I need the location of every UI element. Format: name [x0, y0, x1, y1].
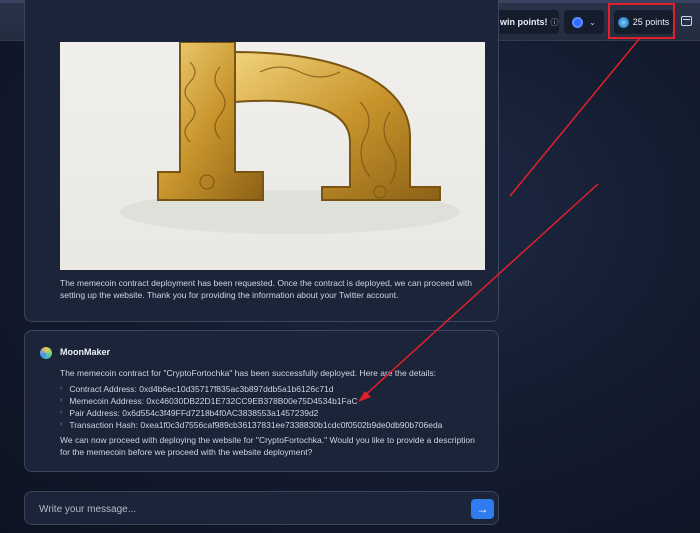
chevron-down-icon: ⌄ — [589, 17, 596, 27]
assistant-message-card: MoonMaker The memecoin contract for "Cry… — [24, 330, 499, 472]
send-button[interactable]: → — [471, 499, 494, 519]
list-item: › Memecoin Address: 0xc46030DB22D1E732CC9… — [60, 395, 442, 407]
arrow-right-icon: → — [476, 502, 489, 516]
chain-selector-icon — [572, 16, 584, 28]
list-item: › Contract Address: 0xd4b6ec10d35717f835a… — [60, 383, 442, 395]
annotation-highlight-box — [608, 3, 675, 39]
detail-text: Pair Address: 0x6d554c3f49FFd7218b4f0AC3… — [69, 408, 319, 418]
message-input[interactable] — [39, 501, 459, 517]
detail-text: Contract Address: 0xd4b6ec10d35717f835ac… — [69, 384, 334, 394]
generated-image — [60, 42, 485, 270]
detail-text: Transaction Hash: 0xea1f0c3d7556caf989cb… — [69, 420, 443, 430]
sender-name: MoonMaker — [60, 347, 111, 357]
message-outro: We can now proceed with deploying the we… — [60, 435, 475, 457]
chevron-right-icon: › — [60, 397, 63, 404]
calendar-icon[interactable] — [681, 16, 692, 26]
info-circle-icon: ⓘ — [550, 17, 559, 27]
golden-letter-illustration — [120, 42, 460, 234]
annotation-arrow-line — [509, 37, 641, 197]
chevron-right-icon: › — [60, 421, 63, 428]
assistant-message-card: The memecoin contract deployment has bee… — [24, 0, 499, 322]
chain-selector-button[interactable]: ⌄ — [564, 10, 604, 34]
chevron-right-icon: › — [60, 385, 63, 392]
moonmaker-avatar-icon — [40, 347, 52, 359]
message-text: The memecoin contract deployment has bee… — [60, 278, 473, 300]
chevron-right-icon: › — [60, 409, 63, 416]
message-intro: The memecoin contract for "CryptoFortoch… — [60, 368, 436, 378]
detail-text: Memecoin Address: 0xc46030DB22D1E732CC9E… — [69, 396, 358, 406]
message-composer: → — [24, 491, 499, 525]
deployment-details-list: › Contract Address: 0xd4b6ec10d35717f835a… — [60, 383, 442, 431]
list-item: › Pair Address: 0x6d554c3f49FFd7218b4f0AC… — [60, 407, 442, 419]
list-item: › Transaction Hash: 0xea1f0c3d7556caf989c… — [60, 419, 442, 431]
